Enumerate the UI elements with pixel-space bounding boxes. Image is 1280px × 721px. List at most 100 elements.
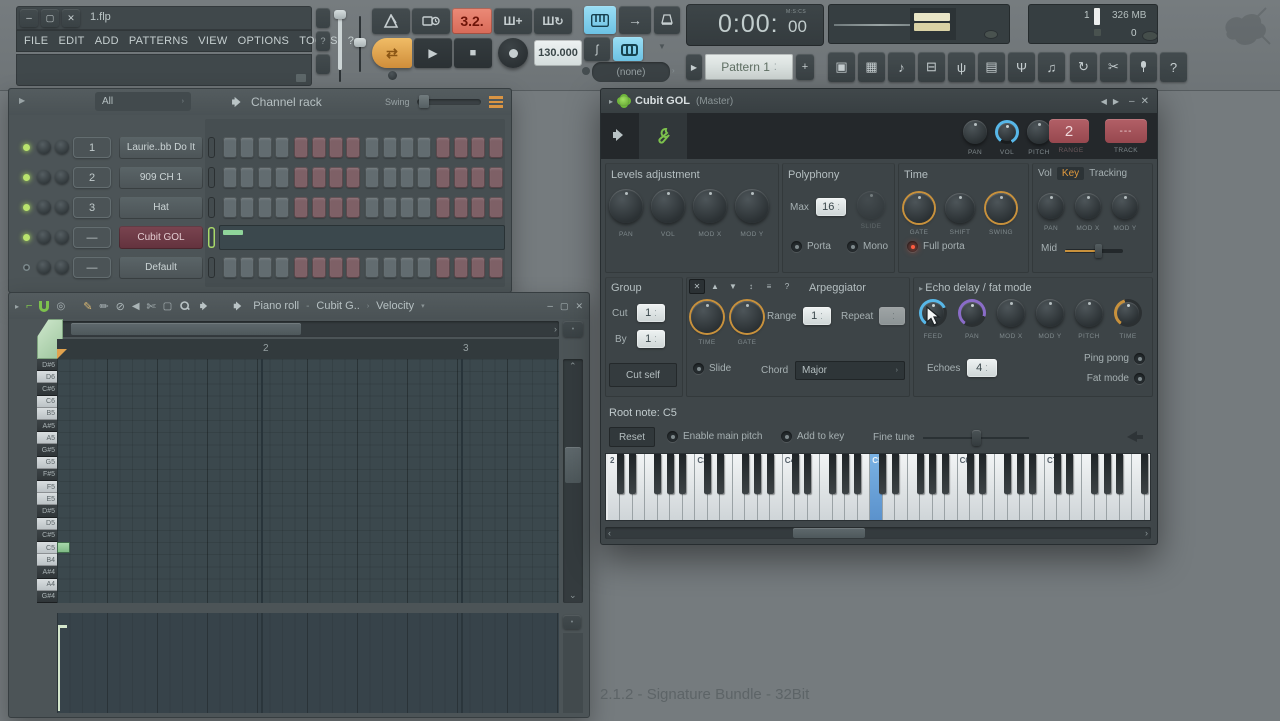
channel-button-909-ch-1[interactable]: 909 CH 1 bbox=[119, 166, 203, 189]
swing-slider[interactable] bbox=[417, 99, 481, 105]
piano-roll-lane-selector[interactable]: Velocity bbox=[376, 300, 414, 312]
typing-keyboard-to-piano-button[interactable] bbox=[584, 6, 616, 34]
tracking-key-tab[interactable]: Key bbox=[1057, 167, 1084, 180]
plugin-black-key[interactable] bbox=[1141, 454, 1148, 494]
pr-note-grid[interactable] bbox=[57, 359, 559, 603]
channel-button-hat[interactable]: Hat bbox=[119, 196, 203, 219]
channel-number-box[interactable]: — bbox=[73, 257, 111, 278]
toolbar-browser-button[interactable]: ⊟ bbox=[918, 52, 945, 82]
step-cell[interactable] bbox=[436, 167, 450, 188]
mid-slider[interactable] bbox=[1065, 249, 1123, 253]
piano-key-a5[interactable]: A5 bbox=[37, 432, 57, 444]
toolbar-piano-roll-button[interactable]: ♪ bbox=[888, 52, 915, 82]
channel-pan-knob[interactable] bbox=[37, 140, 51, 154]
channel-button-cubit-gol[interactable]: Cubit GOL bbox=[119, 226, 203, 249]
plugin-black-key[interactable] bbox=[754, 454, 761, 494]
step-cell[interactable] bbox=[312, 257, 326, 278]
enable-main-pitch-radio[interactable] bbox=[667, 431, 678, 442]
step-cell[interactable] bbox=[454, 197, 468, 218]
porta-radio[interactable] bbox=[791, 241, 802, 252]
plugin-black-key[interactable] bbox=[1066, 454, 1073, 494]
piano-key-cs6[interactable]: C#6 bbox=[37, 383, 57, 395]
plugin-close-button[interactable]: ✕ bbox=[1141, 96, 1149, 107]
arp-repeat-value[interactable]: ⁚ bbox=[879, 307, 905, 325]
help-hint-button[interactable]: ? bbox=[316, 31, 330, 51]
step-cell[interactable] bbox=[365, 257, 379, 278]
mod-y-knob[interactable] bbox=[1036, 299, 1064, 327]
typing-target-next[interactable]: › bbox=[672, 66, 675, 75]
step-cell[interactable] bbox=[223, 167, 237, 188]
plugin-detach-button[interactable]: – bbox=[1129, 96, 1135, 107]
countdown-metronome-button[interactable] bbox=[654, 6, 680, 34]
arp-mode-up-button[interactable]: ▲ bbox=[707, 279, 723, 294]
channel-pan-knob[interactable] bbox=[37, 200, 51, 214]
step-cell[interactable] bbox=[240, 167, 254, 188]
channel-pan-knob[interactable] bbox=[37, 260, 51, 274]
gate-knob[interactable] bbox=[904, 193, 934, 223]
song-position-display[interactable]: 3.2. bbox=[452, 8, 492, 34]
step-cell[interactable] bbox=[383, 257, 397, 278]
chord-selector[interactable]: Major › bbox=[795, 361, 905, 380]
menu-item-edit[interactable]: EDIT bbox=[58, 35, 84, 47]
step-edit-button[interactable]: Ш+ bbox=[494, 8, 532, 34]
piano-key-as4[interactable]: A#4 bbox=[37, 566, 57, 578]
swing-knob[interactable] bbox=[986, 193, 1016, 223]
step-cell[interactable] bbox=[365, 167, 379, 188]
toolbar-mixer-button[interactable]: ψ bbox=[948, 52, 975, 82]
pan-knob[interactable] bbox=[1038, 193, 1064, 219]
arp-mode-random-button[interactable]: ? bbox=[779, 279, 795, 294]
drag-hint-icon[interactable] bbox=[1125, 427, 1145, 443]
channel-volume-knob[interactable] bbox=[55, 260, 69, 274]
pr-hscrollbar[interactable]: ‹ › bbox=[57, 321, 559, 337]
pr-minimize-button[interactable]: – bbox=[547, 301, 553, 312]
piano-key-ds6[interactable]: D#6 bbox=[37, 359, 57, 371]
step-cell[interactable] bbox=[275, 167, 289, 188]
wait-button[interactable]: ʃ bbox=[584, 37, 610, 61]
plugin-black-key[interactable] bbox=[1004, 454, 1011, 494]
pattern-prev-button[interactable]: ▶ bbox=[686, 54, 702, 80]
step-cell[interactable] bbox=[400, 137, 414, 158]
plugin-black-key[interactable] bbox=[929, 454, 936, 494]
step-cell[interactable] bbox=[400, 167, 414, 188]
step-cell[interactable] bbox=[258, 197, 272, 218]
wrapper-midi-icon[interactable] bbox=[613, 129, 627, 141]
toolbar-channel-rack-button[interactable]: ▦ bbox=[858, 52, 885, 82]
step-cell[interactable] bbox=[329, 197, 343, 218]
step-arrow-button[interactable]: → bbox=[619, 6, 651, 34]
pr-maximize-button[interactable]: ▢ bbox=[560, 301, 569, 312]
master-volume-slider[interactable] bbox=[336, 10, 344, 82]
plugin-black-key[interactable] bbox=[1017, 454, 1024, 494]
plugin-black-key[interactable] bbox=[704, 454, 711, 494]
time-knob[interactable] bbox=[1114, 299, 1142, 327]
toolbar-touch-keyboard-button[interactable]: ♫ bbox=[1038, 52, 1065, 82]
piano-key-d6[interactable]: D6 bbox=[37, 371, 57, 383]
piano-roll-target-selector[interactable]: Cubit G.. bbox=[316, 300, 359, 312]
pitch-knob[interactable] bbox=[1075, 299, 1103, 327]
pan-knob[interactable] bbox=[958, 299, 986, 327]
plugin-black-key[interactable] bbox=[767, 454, 774, 494]
step-cell[interactable] bbox=[454, 137, 468, 158]
plugin-prev-button[interactable]: ◀ bbox=[1101, 97, 1107, 106]
toolbar-playlist-button[interactable]: ▣ bbox=[828, 52, 855, 82]
pr-timeline[interactable]: 2 3 bbox=[57, 339, 559, 360]
channel-volume-knob[interactable] bbox=[55, 200, 69, 214]
step-cell[interactable] bbox=[223, 257, 237, 278]
plugin-kb-scrollbar[interactable]: ‹ › bbox=[605, 527, 1151, 539]
arp-mode-down-button[interactable]: ▼ bbox=[725, 279, 741, 294]
mod-x-knob[interactable] bbox=[997, 299, 1025, 327]
step-cell[interactable] bbox=[489, 167, 503, 188]
step-cell[interactable] bbox=[258, 137, 272, 158]
pr-mute-tool-icon[interactable]: ◀ bbox=[132, 301, 140, 312]
step-cell[interactable] bbox=[275, 257, 289, 278]
window-minimize-button[interactable]: – bbox=[20, 9, 38, 27]
plugin-black-key[interactable] bbox=[629, 454, 636, 494]
pr-menu-arrow-icon[interactable]: ▸ bbox=[15, 302, 19, 311]
piano-key-c5[interactable]: C5 bbox=[37, 542, 57, 554]
plugin-black-key[interactable] bbox=[854, 454, 861, 494]
channel-mute-led[interactable] bbox=[23, 144, 30, 151]
menu-item-add[interactable]: ADD bbox=[95, 35, 119, 47]
plugin-titlebar[interactable]: ▸ Cubit GOL (Master) ◀ ▶ – ✕ bbox=[601, 89, 1157, 113]
piano-key-g5[interactable]: G5 bbox=[37, 457, 57, 469]
step-cell[interactable] bbox=[489, 137, 503, 158]
plugin-black-key[interactable] bbox=[842, 454, 849, 494]
